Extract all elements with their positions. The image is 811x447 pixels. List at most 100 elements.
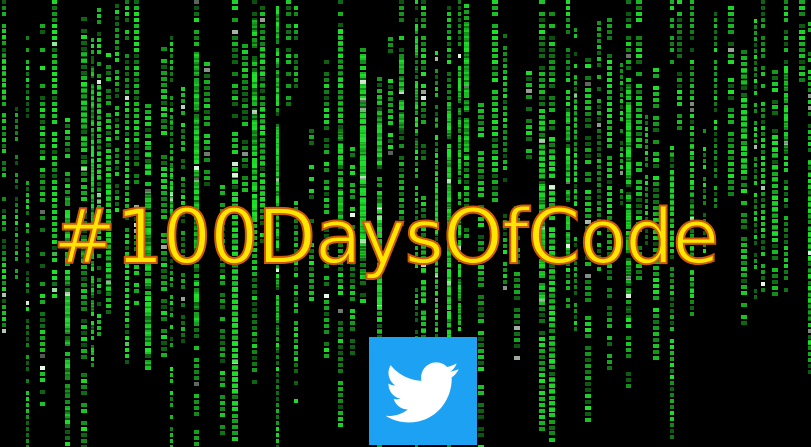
code-glyph bbox=[309, 165, 314, 169]
code-glyph bbox=[145, 104, 151, 108]
code-glyph bbox=[754, 67, 757, 71]
code-glyph bbox=[242, 110, 248, 114]
code-glyph bbox=[252, 74, 257, 78]
code-glyph bbox=[242, 56, 248, 60]
code-glyph bbox=[338, 143, 343, 147]
code-glyph bbox=[106, 178, 111, 182]
code-glyph bbox=[260, 186, 265, 190]
code-glyph bbox=[204, 98, 210, 102]
code-glyph bbox=[728, 156, 734, 160]
code-glyph bbox=[670, 152, 674, 156]
code-glyph bbox=[670, 429, 674, 433]
code-glyph bbox=[653, 74, 659, 78]
code-glyph bbox=[286, 102, 291, 106]
code-glyph bbox=[194, 18, 199, 22]
code-glyph bbox=[514, 308, 520, 312]
code-glyph bbox=[181, 159, 185, 163]
code-glyph bbox=[26, 289, 29, 293]
code-glyph bbox=[492, 108, 498, 112]
code-glyph bbox=[492, 0, 498, 4]
code-glyph bbox=[458, 108, 461, 112]
code-glyph bbox=[458, 84, 461, 88]
code-glyph bbox=[40, 156, 45, 160]
code-glyph bbox=[276, 295, 279, 299]
code-glyph bbox=[626, 132, 631, 136]
code-glyph bbox=[458, 126, 461, 130]
code-glyph bbox=[626, 12, 631, 16]
code-glyph bbox=[161, 71, 167, 75]
code-glyph bbox=[106, 95, 111, 99]
code-glyph bbox=[690, 84, 694, 88]
code-glyph bbox=[415, 48, 418, 52]
code-glyph bbox=[40, 348, 45, 352]
code-glyph bbox=[350, 165, 355, 169]
code-glyph bbox=[260, 60, 265, 64]
code-glyph bbox=[539, 12, 545, 16]
code-glyph bbox=[377, 101, 382, 105]
code-glyph bbox=[338, 53, 343, 57]
code-glyph bbox=[26, 84, 29, 88]
code-glyph bbox=[728, 24, 734, 28]
code-glyph bbox=[260, 89, 265, 93]
code-glyph bbox=[181, 327, 185, 331]
code-glyph bbox=[252, 56, 257, 60]
code-glyph bbox=[338, 399, 343, 403]
code-glyph bbox=[97, 74, 101, 78]
code-glyph bbox=[260, 120, 265, 124]
code-glyph bbox=[170, 167, 173, 171]
code-glyph bbox=[415, 294, 418, 298]
code-glyph bbox=[772, 184, 778, 188]
code-glyph bbox=[447, 108, 451, 112]
hashtag-headline: #100DaysOfCode bbox=[52, 191, 721, 282]
code-glyph bbox=[435, 69, 438, 73]
code-glyph bbox=[549, 341, 555, 345]
code-glyph bbox=[761, 0, 765, 4]
code-glyph bbox=[324, 312, 329, 316]
code-glyph bbox=[65, 172, 70, 176]
code-glyph bbox=[276, 409, 279, 413]
code-glyph bbox=[458, 138, 461, 142]
code-glyph bbox=[464, 142, 469, 146]
code-glyph bbox=[145, 285, 151, 289]
code-glyph bbox=[252, 162, 257, 166]
code-glyph bbox=[503, 178, 507, 182]
code-glyph bbox=[252, 98, 257, 102]
code-glyph bbox=[40, 324, 45, 328]
code-glyph bbox=[324, 186, 329, 190]
code-glyph bbox=[309, 129, 314, 133]
code-glyph bbox=[670, 170, 674, 174]
code-glyph bbox=[181, 315, 185, 319]
code-glyph bbox=[566, 96, 570, 100]
code-glyph bbox=[260, 173, 265, 177]
code-glyph bbox=[799, 36, 805, 40]
twitter-bird-icon bbox=[386, 362, 459, 423]
code-glyph bbox=[539, 337, 545, 341]
code-glyph bbox=[754, 79, 757, 83]
code-glyph bbox=[252, 368, 257, 372]
code-glyph bbox=[670, 24, 674, 28]
code-glyph bbox=[539, 361, 545, 365]
code-glyph bbox=[388, 121, 393, 125]
code-glyph bbox=[585, 400, 591, 404]
code-glyph bbox=[478, 343, 484, 347]
code-glyph bbox=[566, 0, 570, 4]
code-glyph bbox=[2, 329, 6, 333]
code-glyph bbox=[52, 114, 57, 118]
code-glyph bbox=[728, 174, 734, 178]
code-glyph bbox=[260, 132, 265, 136]
code-glyph bbox=[399, 168, 404, 172]
code-glyph bbox=[309, 141, 314, 145]
code-glyph bbox=[134, 96, 139, 100]
code-glyph bbox=[81, 185, 87, 189]
code-glyph bbox=[26, 96, 29, 100]
code-glyph bbox=[585, 82, 591, 86]
code-glyph bbox=[415, 108, 418, 112]
code-glyph bbox=[220, 335, 225, 339]
code-glyph bbox=[125, 186, 129, 190]
code-glyph bbox=[276, 301, 279, 305]
code-glyph bbox=[97, 332, 101, 336]
code-glyph bbox=[670, 405, 674, 409]
code-glyph bbox=[97, 302, 101, 306]
code-glyph bbox=[503, 166, 507, 170]
code-glyph bbox=[549, 305, 555, 309]
